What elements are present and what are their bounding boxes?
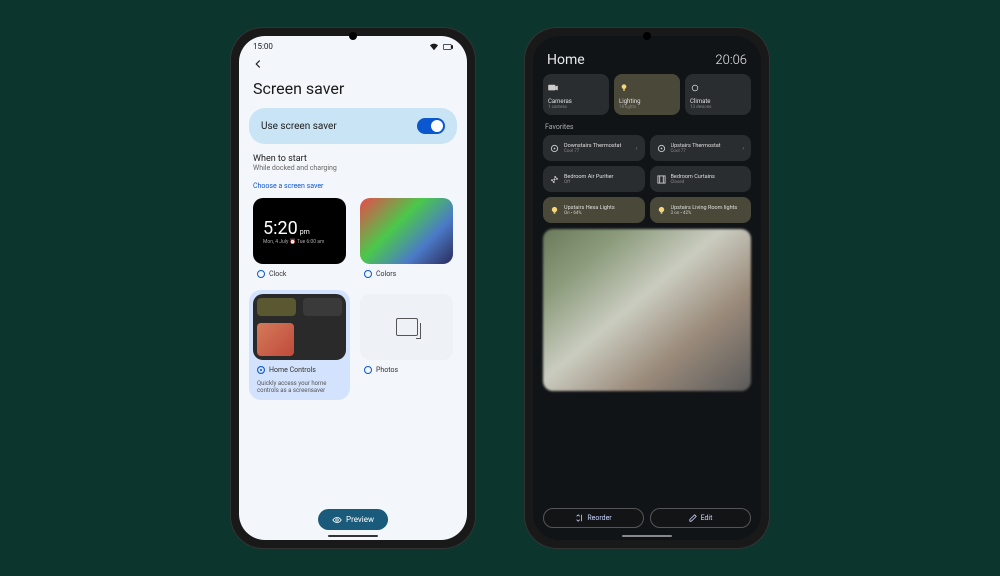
toggle-switch-on[interactable] — [417, 118, 445, 134]
choose-label: Choose a screen saver — [239, 176, 467, 194]
use-screensaver-toggle-card[interactable]: Use screen saver — [249, 108, 457, 144]
phone-left: 15:00 Screen saver Use screen saver When… — [231, 28, 475, 548]
home-desc: Quickly access your home controls as a s… — [253, 380, 346, 396]
category-cameras[interactable]: Cameras 1 camera — [543, 74, 609, 115]
toggle-label: Use screen saver — [261, 121, 337, 132]
bulb-icon — [550, 206, 559, 215]
screensaver-grid: 5:20pm Mon, 4 July ⏰ Tue 6:00 am Clock C… — [239, 194, 467, 400]
camera-notch — [643, 32, 651, 40]
battery-icon — [443, 43, 453, 51]
when-to-start[interactable]: When to start While docked and charging — [239, 150, 467, 176]
category-climate[interactable]: Climate 13 devices — [685, 74, 751, 115]
when-sub: While docked and charging — [253, 164, 453, 172]
saver-home-controls[interactable]: Home Controls Quickly access your home c… — [249, 290, 350, 400]
chevron-right-icon: › — [742, 145, 744, 152]
nav-handle[interactable] — [622, 535, 672, 537]
nav-handle[interactable] — [328, 535, 378, 537]
bottom-buttons: Reorder Edit — [543, 508, 751, 528]
preview-button[interactable]: Preview — [318, 509, 388, 530]
pencil-icon — [689, 514, 697, 522]
saver-photos[interactable]: Photos — [356, 290, 457, 400]
thermostat-icon — [657, 144, 666, 153]
bulb-icon — [619, 84, 629, 92]
home-time: 20:06 — [715, 53, 747, 68]
favorite-tile[interactable]: Upstairs ThermostatCool 77 › — [650, 135, 752, 161]
header — [239, 53, 467, 71]
favorite-tile[interactable]: Bedroom CurtainsClosed — [650, 166, 752, 192]
status-icons — [429, 43, 453, 51]
camera-preview[interactable] — [543, 229, 751, 391]
curtain-icon — [657, 175, 666, 184]
screen-home: Home 20:06 Cameras 1 camera Lighting 18 … — [533, 36, 761, 540]
category-lighting[interactable]: Lighting 18 lights — [614, 74, 680, 115]
camera-icon — [548, 84, 558, 92]
screen-settings: 15:00 Screen saver Use screen saver When… — [239, 36, 467, 540]
favorites-grid: Downstairs ThermostatCool 77 › Upstairs … — [533, 135, 761, 223]
climate-icon — [690, 84, 700, 92]
eye-icon — [332, 516, 342, 524]
saver-colors[interactable]: Colors — [356, 194, 457, 284]
clock-preview: 5:20pm Mon, 4 July ⏰ Tue 6:00 am — [253, 198, 346, 264]
status-time: 15:00 — [253, 42, 273, 51]
phone-right: Home 20:06 Cameras 1 camera Lighting 18 … — [525, 28, 769, 548]
bulb-icon — [657, 206, 666, 215]
category-row: Cameras 1 camera Lighting 18 lights Clim… — [533, 74, 761, 115]
photos-preview — [360, 294, 453, 360]
favorite-tile[interactable]: Upstairs Living Room lights3 on • 42% — [650, 197, 752, 223]
back-icon[interactable] — [251, 57, 265, 71]
saver-clock[interactable]: 5:20pm Mon, 4 July ⏰ Tue 6:00 am Clock — [249, 194, 350, 284]
when-title: When to start — [253, 154, 453, 164]
thermostat-icon — [550, 144, 559, 153]
favorite-tile[interactable]: Downstairs ThermostatCool 77 › — [543, 135, 645, 161]
favorite-tile[interactable]: Bedroom Air PurifierOff — [543, 166, 645, 192]
fan-icon — [550, 175, 559, 184]
clock-date: Mon, 4 July ⏰ Tue 6:00 am — [263, 239, 346, 245]
chevron-right-icon: › — [636, 145, 638, 152]
edit-button[interactable]: Edit — [650, 508, 751, 528]
colors-preview — [360, 198, 453, 264]
clock-time: 5:20pm — [263, 218, 346, 239]
radio-off[interactable] — [364, 366, 372, 374]
radio-off[interactable] — [364, 270, 372, 278]
reorder-button[interactable]: Reorder — [543, 508, 644, 528]
home-title: Home — [547, 52, 585, 68]
wifi-icon — [429, 43, 439, 51]
radio-off[interactable] — [257, 270, 265, 278]
home-header: Home 20:06 — [533, 44, 761, 74]
camera-notch — [349, 32, 357, 40]
page-title: Screen saver — [239, 71, 467, 102]
reorder-icon — [575, 514, 583, 522]
favorites-label: Favorites — [533, 115, 761, 135]
favorite-tile[interactable]: Upstairs Hexa LightsOn • 64% — [543, 197, 645, 223]
home-preview — [253, 294, 346, 360]
radio-on[interactable] — [257, 366, 265, 374]
photos-icon — [396, 318, 418, 336]
